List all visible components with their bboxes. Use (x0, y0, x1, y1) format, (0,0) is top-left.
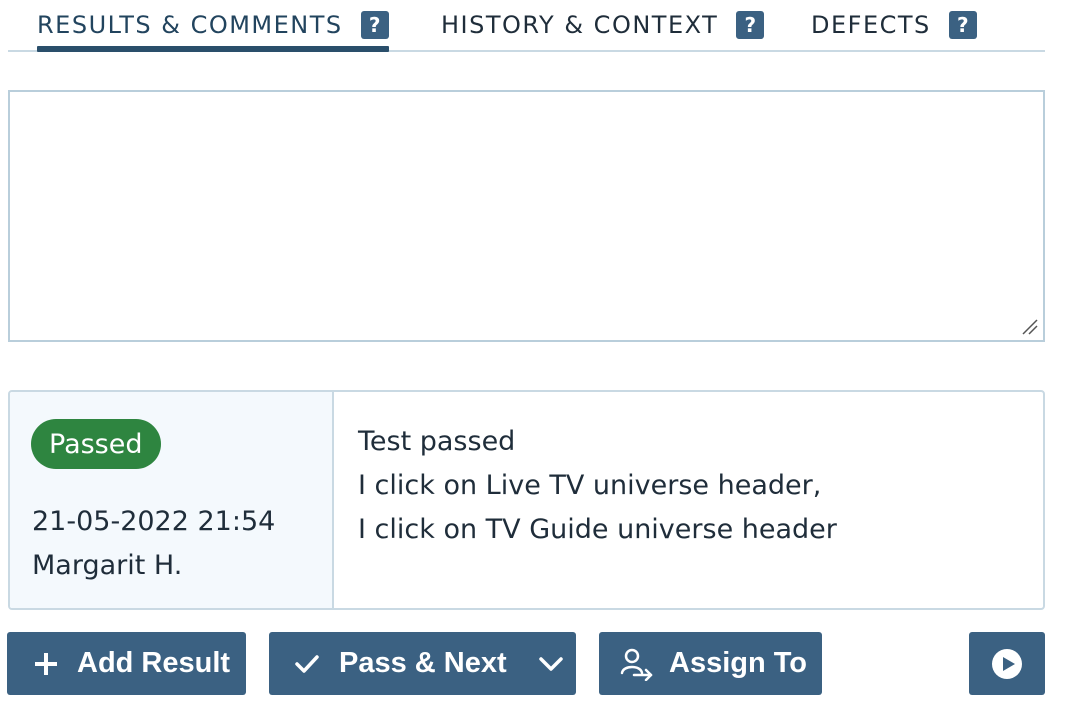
result-entry: Passed 21-05-2022 21:54 Margarit H. Test… (8, 390, 1045, 610)
check-icon (295, 654, 319, 673)
comment-line: I click on Live TV universe header, (358, 470, 822, 501)
tab-bar: RESULTS & COMMENTS ? HISTORY & CONTEXT ?… (8, 0, 1045, 52)
pass-next-label: Pass & Next (339, 647, 507, 679)
comment-line: Test passed (358, 426, 516, 457)
status-badge: Passed (31, 419, 161, 469)
pass-next-dropdown[interactable] (538, 651, 564, 677)
comment-input[interactable] (8, 90, 1045, 342)
assign-to-label: Assign To (669, 647, 808, 679)
active-tab-indicator (37, 46, 389, 52)
plus-icon (35, 652, 57, 675)
assign-to-button[interactable]: Assign To (599, 632, 822, 695)
tab-history-context[interactable]: HISTORY & CONTEXT ? (441, 0, 765, 50)
tab-label: HISTORY & CONTEXT (441, 11, 719, 39)
help-icon[interactable]: ? (948, 11, 977, 39)
chevron-down-icon (539, 657, 563, 671)
add-result-button[interactable]: Add Result (7, 632, 246, 695)
result-timestamp: 21-05-2022 21:54 (32, 506, 276, 537)
tab-defects[interactable]: DEFECTS ? (811, 0, 977, 50)
comment-line: I click on TV Guide universe header (358, 514, 837, 545)
result-author: Margarit H. (32, 550, 183, 581)
play-circle-icon (992, 648, 1022, 679)
result-comment: Test passed I click on Live TV universe … (334, 392, 837, 608)
resize-handle-icon[interactable] (1019, 316, 1039, 336)
assign-user-icon (620, 648, 653, 681)
result-meta: Passed 21-05-2022 21:54 Margarit H. (10, 392, 334, 608)
help-icon[interactable]: ? (360, 11, 389, 39)
run-button[interactable] (969, 632, 1045, 695)
add-result-label: Add Result (77, 647, 231, 679)
help-icon[interactable]: ? (736, 11, 765, 39)
pass-next-button[interactable]: Pass & Next (269, 632, 576, 695)
tab-label: DEFECTS (811, 11, 931, 39)
tab-label: RESULTS & COMMENTS (37, 11, 343, 39)
tab-results-comments[interactable]: RESULTS & COMMENTS ? (37, 0, 389, 52)
